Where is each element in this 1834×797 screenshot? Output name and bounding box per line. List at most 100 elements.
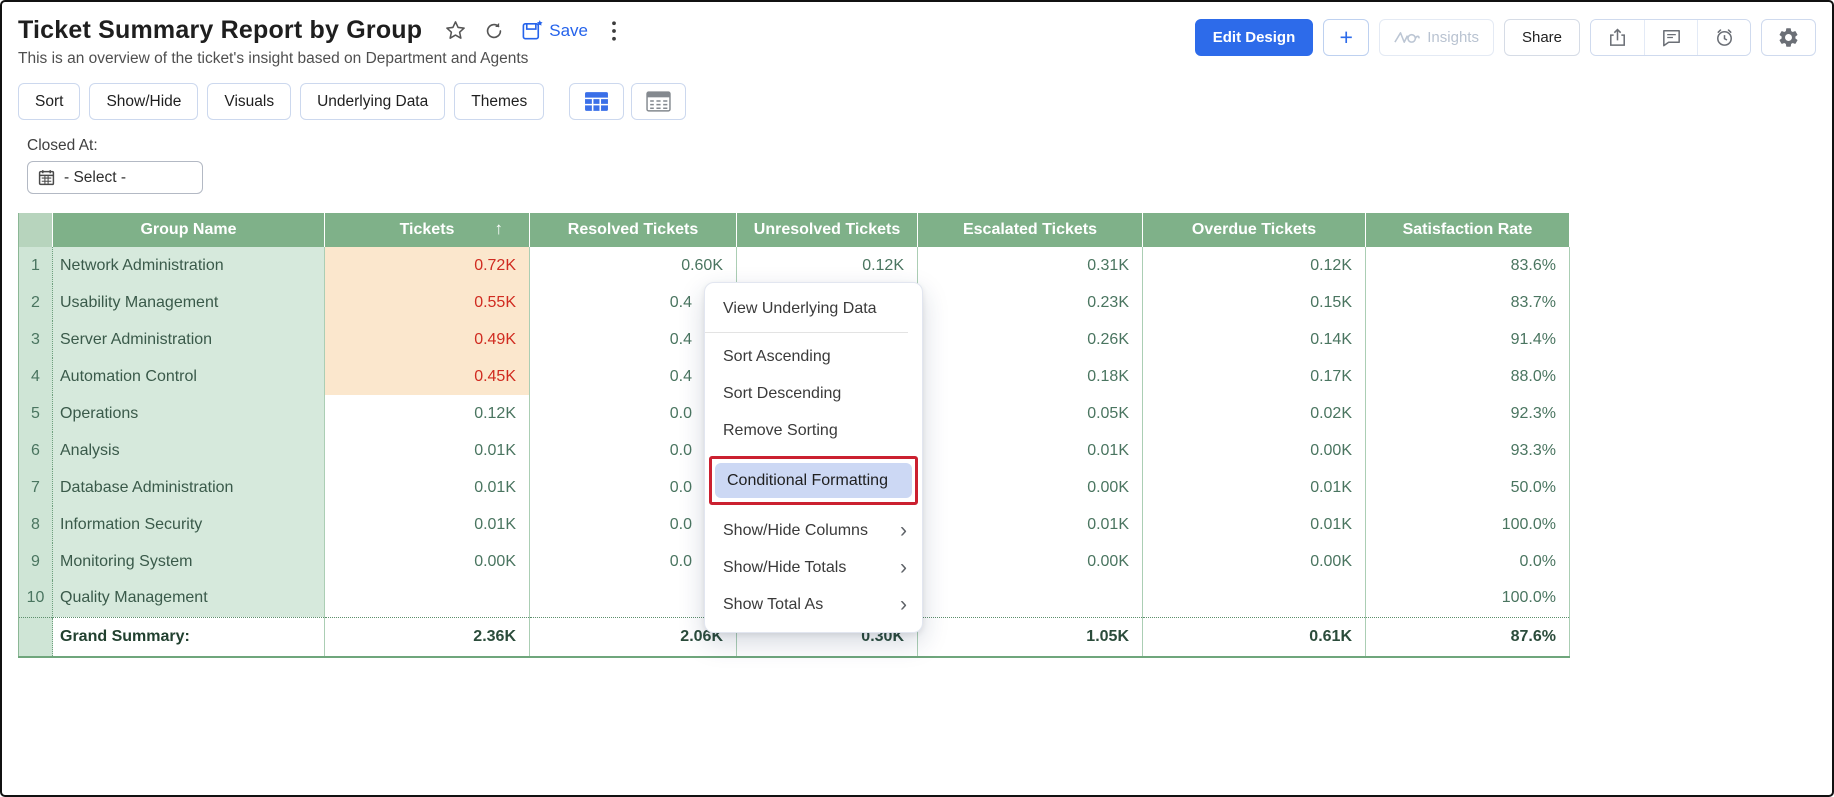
save-button[interactable]: Save: [521, 19, 588, 42]
escalated-tickets-cell[interactable]: 0.23K: [918, 284, 1143, 321]
group-name-cell[interactable]: Monitoring System: [53, 543, 325, 580]
satisfaction-rate-cell[interactable]: 100.0%: [1366, 506, 1570, 543]
overdue-tickets-cell[interactable]: 0.17K: [1143, 358, 1366, 395]
toolbar-button-underlying-data[interactable]: Underlying Data: [300, 83, 445, 120]
tickets-cell[interactable]: 0.01K: [325, 469, 530, 506]
menu-item-sort-ascending[interactable]: Sort Ascending: [705, 338, 922, 375]
comment-button[interactable]: [1644, 20, 1697, 55]
submenu-chevron-icon: ›: [900, 557, 907, 578]
menu-item-view-underlying-data[interactable]: View Underlying Data: [705, 290, 922, 327]
tickets-cell[interactable]: 0.49K: [325, 321, 530, 358]
toolbar-button-themes[interactable]: Themes: [454, 83, 544, 120]
satisfaction-rate-cell[interactable]: 88.0%: [1366, 358, 1570, 395]
menu-item-sort-descending[interactable]: Sort Descending: [705, 375, 922, 412]
group-name-cell[interactable]: Database Administration: [53, 469, 325, 506]
edit-design-button[interactable]: Edit Design: [1195, 19, 1314, 56]
column-header-overdue-tickets[interactable]: Overdue Tickets: [1143, 213, 1366, 247]
overdue-tickets-cell[interactable]: 0.15K: [1143, 284, 1366, 321]
satisfaction-rate-cell[interactable]: 0.0%: [1366, 543, 1570, 580]
escalated-tickets-cell[interactable]: 0.26K: [918, 321, 1143, 358]
tickets-cell[interactable]: 0.01K: [325, 432, 530, 469]
group-name-cell[interactable]: Operations: [53, 395, 325, 432]
satisfaction-rate-cell[interactable]: 83.6%: [1366, 247, 1570, 284]
satisfaction-rate-cell[interactable]: 91.4%: [1366, 321, 1570, 358]
overdue-tickets-cell[interactable]: 0.01K: [1143, 469, 1366, 506]
export-button[interactable]: [1591, 20, 1644, 55]
page-title: Ticket Summary Report by Group: [18, 16, 422, 45]
app-window: Ticket Summary Report by Group Save: [0, 0, 1834, 797]
column-header-tickets[interactable]: Tickets↑: [325, 213, 530, 247]
share-button[interactable]: Share: [1504, 19, 1580, 56]
tickets-cell[interactable]: 0.72K: [325, 247, 530, 284]
overdue-tickets-cell[interactable]: [1143, 580, 1366, 617]
escalated-tickets-cell[interactable]: [918, 580, 1143, 617]
menu-item-remove-sorting[interactable]: Remove Sorting: [705, 412, 922, 449]
satisfaction-rate-cell[interactable]: 100.0%: [1366, 580, 1570, 617]
satisfaction-rate-cell[interactable]: 92.3%: [1366, 395, 1570, 432]
overdue-tickets-cell[interactable]: 0.02K: [1143, 395, 1366, 432]
satisfaction-rate-cell[interactable]: 50.0%: [1366, 469, 1570, 506]
column-header-group-name[interactable]: Group Name: [53, 213, 325, 247]
escalated-tickets-cell[interactable]: 0.31K: [918, 247, 1143, 284]
pivot-view-button[interactable]: [631, 83, 686, 120]
column-header-escalated-tickets[interactable]: Escalated Tickets: [918, 213, 1143, 247]
row-number: 10: [19, 580, 53, 617]
tickets-cell[interactable]: [325, 580, 530, 617]
favorite-star-icon[interactable]: [444, 19, 467, 42]
escalated-tickets-cell[interactable]: 0.05K: [918, 395, 1143, 432]
menu-item-show-total-as[interactable]: Show Total As›: [705, 586, 922, 623]
escalated-tickets-cell[interactable]: 0.18K: [918, 358, 1143, 395]
row-number: 5: [19, 395, 53, 432]
group-name-cell[interactable]: Server Administration: [53, 321, 325, 358]
menu-item-label: Show Total As: [723, 596, 823, 614]
menu-item-conditional-formatting[interactable]: Conditional Formatting: [715, 463, 912, 498]
tickets-cell[interactable]: 0.55K: [325, 284, 530, 321]
overdue-tickets-cell[interactable]: 0.00K: [1143, 543, 1366, 580]
settings-button[interactable]: [1761, 19, 1816, 56]
unresolved-tickets-cell[interactable]: 0.12K: [737, 247, 918, 284]
group-name-cell[interactable]: Network Administration: [53, 247, 325, 284]
overdue-tickets-cell[interactable]: 0.00K: [1143, 432, 1366, 469]
save-icon: [521, 19, 544, 42]
refresh-icon[interactable]: [483, 20, 505, 42]
tickets-cell[interactable]: 0.12K: [325, 395, 530, 432]
insights-button[interactable]: Insights: [1379, 19, 1494, 56]
closed-at-select[interactable]: - Select -: [27, 161, 203, 194]
add-button[interactable]: +: [1323, 19, 1369, 56]
toolbar-button-show-hide[interactable]: Show/Hide: [89, 83, 198, 120]
summary-satisfaction: 87.6%: [1366, 617, 1570, 657]
column-header-unresolved-tickets[interactable]: Unresolved Tickets: [737, 213, 918, 247]
tickets-cell[interactable]: 0.45K: [325, 358, 530, 395]
overdue-tickets-cell[interactable]: 0.14K: [1143, 321, 1366, 358]
toolbar-button-sort[interactable]: Sort: [18, 83, 80, 120]
escalated-tickets-cell[interactable]: 0.01K: [918, 506, 1143, 543]
column-header-resolved-tickets[interactable]: Resolved Tickets: [530, 213, 737, 247]
column-header-label: Group Name: [140, 221, 236, 238]
column-header-label: Satisfaction Rate: [1403, 221, 1533, 238]
export-icon: [1606, 26, 1629, 49]
alerts-button[interactable]: [1697, 20, 1750, 55]
group-name-cell[interactable]: Information Security: [53, 506, 325, 543]
escalated-tickets-cell[interactable]: 0.01K: [918, 432, 1143, 469]
group-name-cell[interactable]: Quality Management: [53, 580, 325, 617]
group-name-cell[interactable]: Usability Management: [53, 284, 325, 321]
tickets-cell[interactable]: 0.01K: [325, 506, 530, 543]
menu-item-show-hide-columns[interactable]: Show/Hide Columns›: [705, 512, 922, 549]
tickets-cell[interactable]: 0.00K: [325, 543, 530, 580]
group-name-cell[interactable]: Analysis: [53, 432, 325, 469]
escalated-tickets-cell[interactable]: 0.00K: [918, 543, 1143, 580]
escalated-tickets-cell[interactable]: 0.00K: [918, 469, 1143, 506]
menu-item-show-hide-totals[interactable]: Show/Hide Totals›: [705, 549, 922, 586]
group-name-cell[interactable]: Automation Control: [53, 358, 325, 395]
satisfaction-rate-cell[interactable]: 93.3%: [1366, 432, 1570, 469]
overdue-tickets-cell[interactable]: 0.01K: [1143, 506, 1366, 543]
satisfaction-rate-cell[interactable]: 83.7%: [1366, 284, 1570, 321]
context-menu: View Underlying Data Sort AscendingSort D…: [704, 282, 923, 633]
table-view-button[interactable]: [569, 83, 624, 120]
overdue-tickets-cell[interactable]: 0.12K: [1143, 247, 1366, 284]
column-header-satisfaction-rate[interactable]: Satisfaction Rate: [1366, 213, 1570, 247]
row-number: 6: [19, 432, 53, 469]
resolved-tickets-cell[interactable]: 0.60K: [530, 247, 737, 284]
toolbar-button-visuals[interactable]: Visuals: [207, 83, 291, 120]
more-options-kebab-icon[interactable]: [610, 20, 618, 42]
